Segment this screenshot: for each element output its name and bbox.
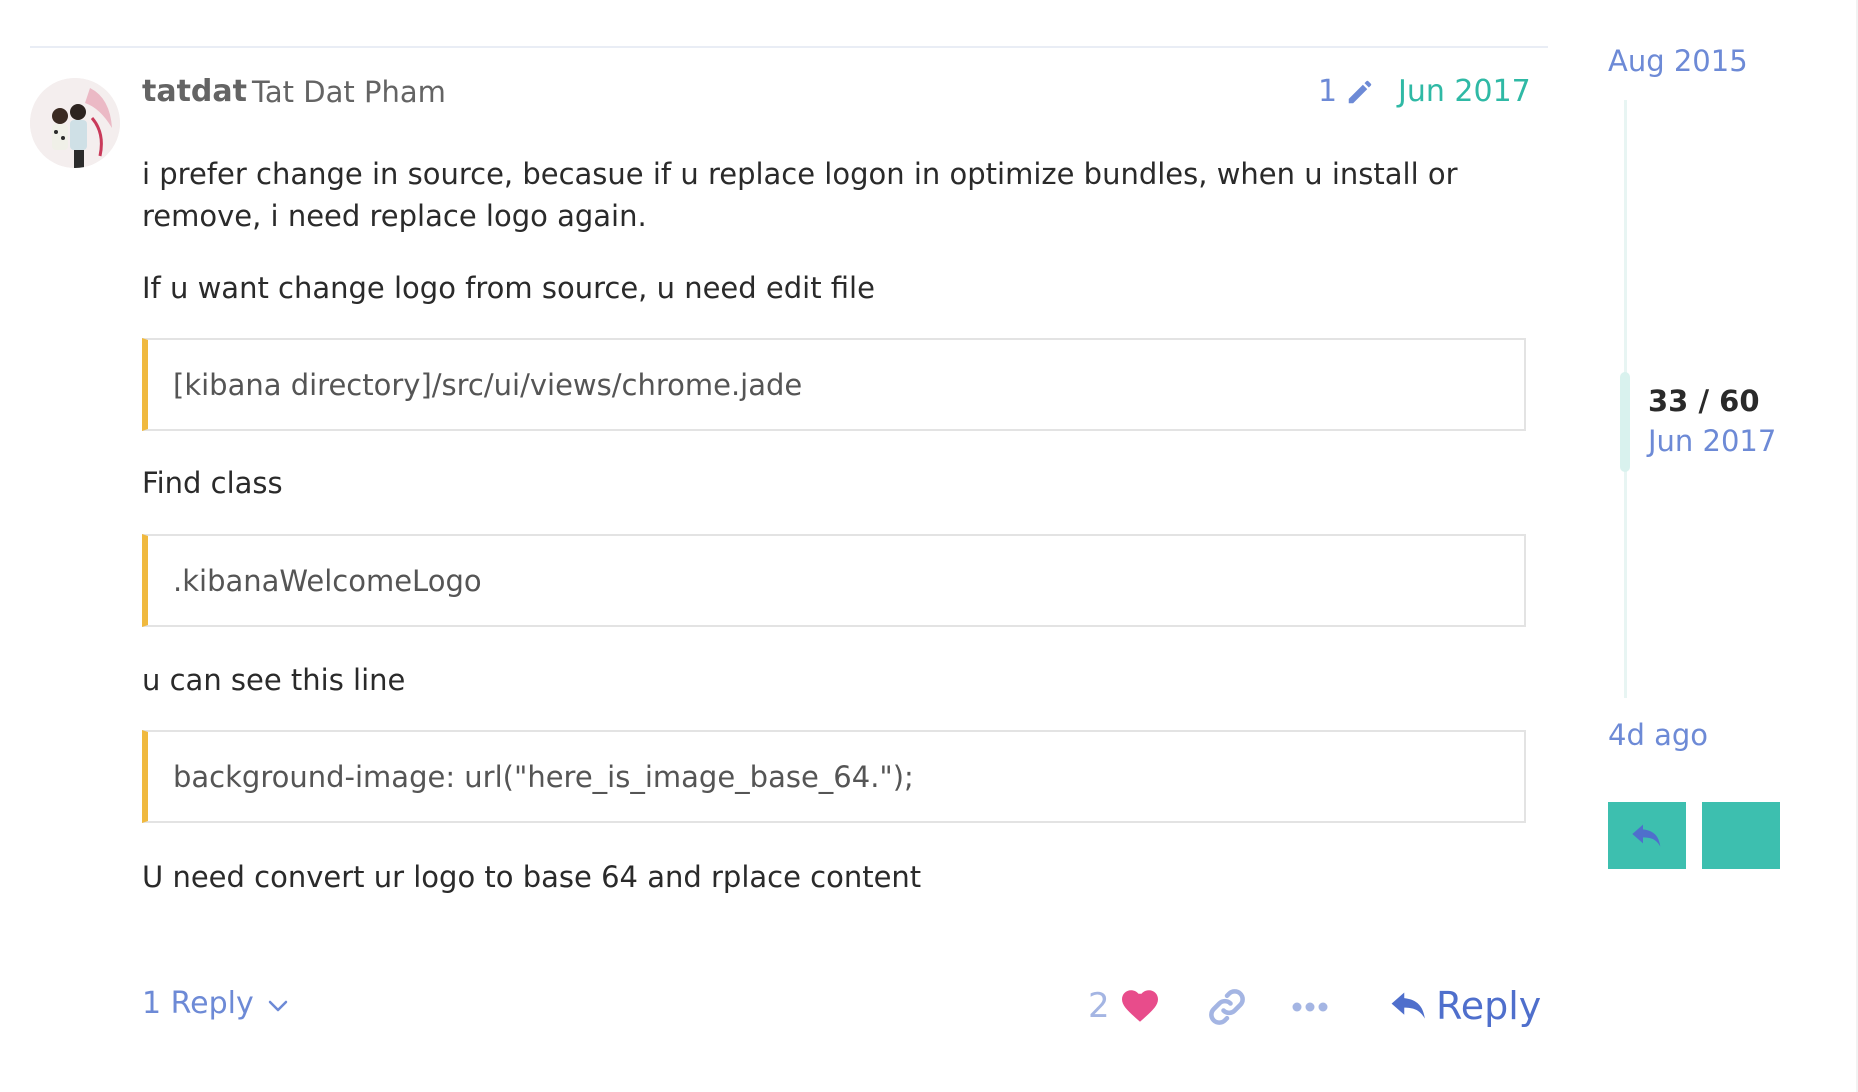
post-paragraph: i prefer change in source, becasue if u … (142, 157, 1458, 233)
quote-text: .kibanaWelcomeLogo (173, 563, 482, 598)
edit-history-button[interactable]: 1 (1318, 74, 1375, 109)
replies-label: 1 Reply (142, 986, 254, 1021)
avatar-image (30, 78, 120, 168)
post-paragraph: If u want change logo from source, u nee… (142, 271, 875, 305)
reply-label: Reply (1436, 984, 1542, 1028)
timeline-options-button[interactable] (1702, 802, 1780, 869)
like-count: 2 (1088, 986, 1110, 1026)
ellipsis-icon (1292, 1002, 1328, 1012)
quote-text: [kibana directory]/src/ui/views/chrome.j… (173, 367, 803, 402)
chevron-down-icon (268, 1000, 287, 1011)
timeline-reply-button[interactable] (1608, 802, 1686, 869)
link-icon (1209, 989, 1245, 1025)
code-quote: [kibana directory]/src/ui/views/chrome.j… (142, 338, 1526, 431)
heart-icon (1121, 990, 1158, 1022)
like-button[interactable]: 2 (1088, 986, 1158, 1026)
avatar[interactable] (30, 78, 120, 168)
topic-divider (30, 46, 1548, 48)
code-quote: background-image: url("here_is_image_bas… (142, 730, 1526, 823)
share-link-button[interactable] (1206, 986, 1248, 1028)
post-date[interactable]: Jun 2017 (1398, 74, 1531, 109)
reply-arrow-icon (1391, 992, 1425, 1019)
timeline-current-date: Jun 2017 (1648, 424, 1777, 458)
post-full-name: Tat Dat Pham (252, 75, 446, 109)
timeline-position: 33 / 60 (1648, 384, 1760, 418)
show-replies-button[interactable]: 1 Reply (142, 986, 290, 1021)
pencil-icon (1348, 80, 1372, 103)
post-paragraph: u can see this line (142, 663, 406, 697)
quote-text: background-image: url("here_is_image_bas… (173, 759, 914, 794)
code-quote: .kibanaWelcomeLogo (142, 534, 1526, 627)
edit-count: 1 (1318, 74, 1338, 109)
post-paragraph: Find class (142, 466, 283, 500)
post-username[interactable]: tatdat (142, 74, 247, 109)
reply-arrow-icon (1632, 824, 1661, 847)
reply-button[interactable]: Reply (1390, 984, 1541, 1028)
more-actions-button[interactable] (1290, 994, 1330, 1020)
timeline-handle[interactable] (1620, 372, 1630, 472)
timeline-start-date[interactable]: Aug 2015 (1608, 44, 1748, 78)
post-paragraph: U need convert ur logo to base 64 and rp… (142, 860, 922, 894)
timeline-end-date[interactable]: 4d ago (1608, 718, 1708, 752)
